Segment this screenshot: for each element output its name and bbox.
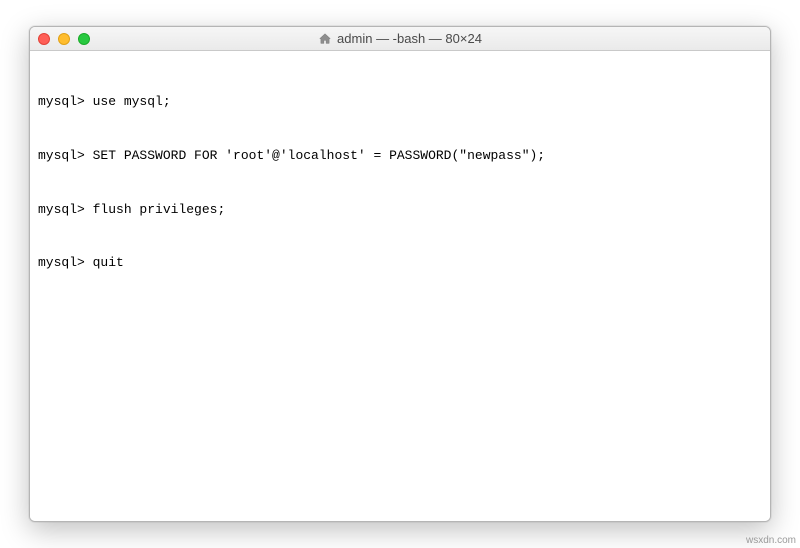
traffic-lights (38, 33, 90, 45)
command-text: quit (93, 255, 124, 270)
terminal-line: mysql> SET PASSWORD FOR 'root'@'localhos… (38, 147, 762, 165)
prompt: mysql> (38, 148, 85, 163)
home-icon (318, 32, 332, 46)
command-text: use mysql; (93, 94, 171, 109)
attribution-text: wsxdn.com (746, 535, 796, 546)
terminal-window: admin — -bash — 80×24 mysql> use mysql; … (29, 26, 771, 522)
terminal-line: mysql> use mysql; (38, 93, 762, 111)
command-text: flush privileges; (93, 202, 226, 217)
minimize-button[interactable] (58, 33, 70, 45)
terminal-line: mysql> flush privileges; (38, 201, 762, 219)
maximize-button[interactable] (78, 33, 90, 45)
window-title-wrap: admin — -bash — 80×24 (30, 31, 770, 46)
titlebar[interactable]: admin — -bash — 80×24 (30, 27, 770, 51)
terminal-line: mysql> quit (38, 254, 762, 272)
window-title: admin — -bash — 80×24 (337, 31, 482, 46)
prompt: mysql> (38, 94, 85, 109)
prompt: mysql> (38, 255, 85, 270)
prompt: mysql> (38, 202, 85, 217)
command-text: SET PASSWORD FOR 'root'@'localhost' = PA… (93, 148, 545, 163)
terminal-body[interactable]: mysql> use mysql; mysql> SET PASSWORD FO… (30, 51, 770, 521)
close-button[interactable] (38, 33, 50, 45)
